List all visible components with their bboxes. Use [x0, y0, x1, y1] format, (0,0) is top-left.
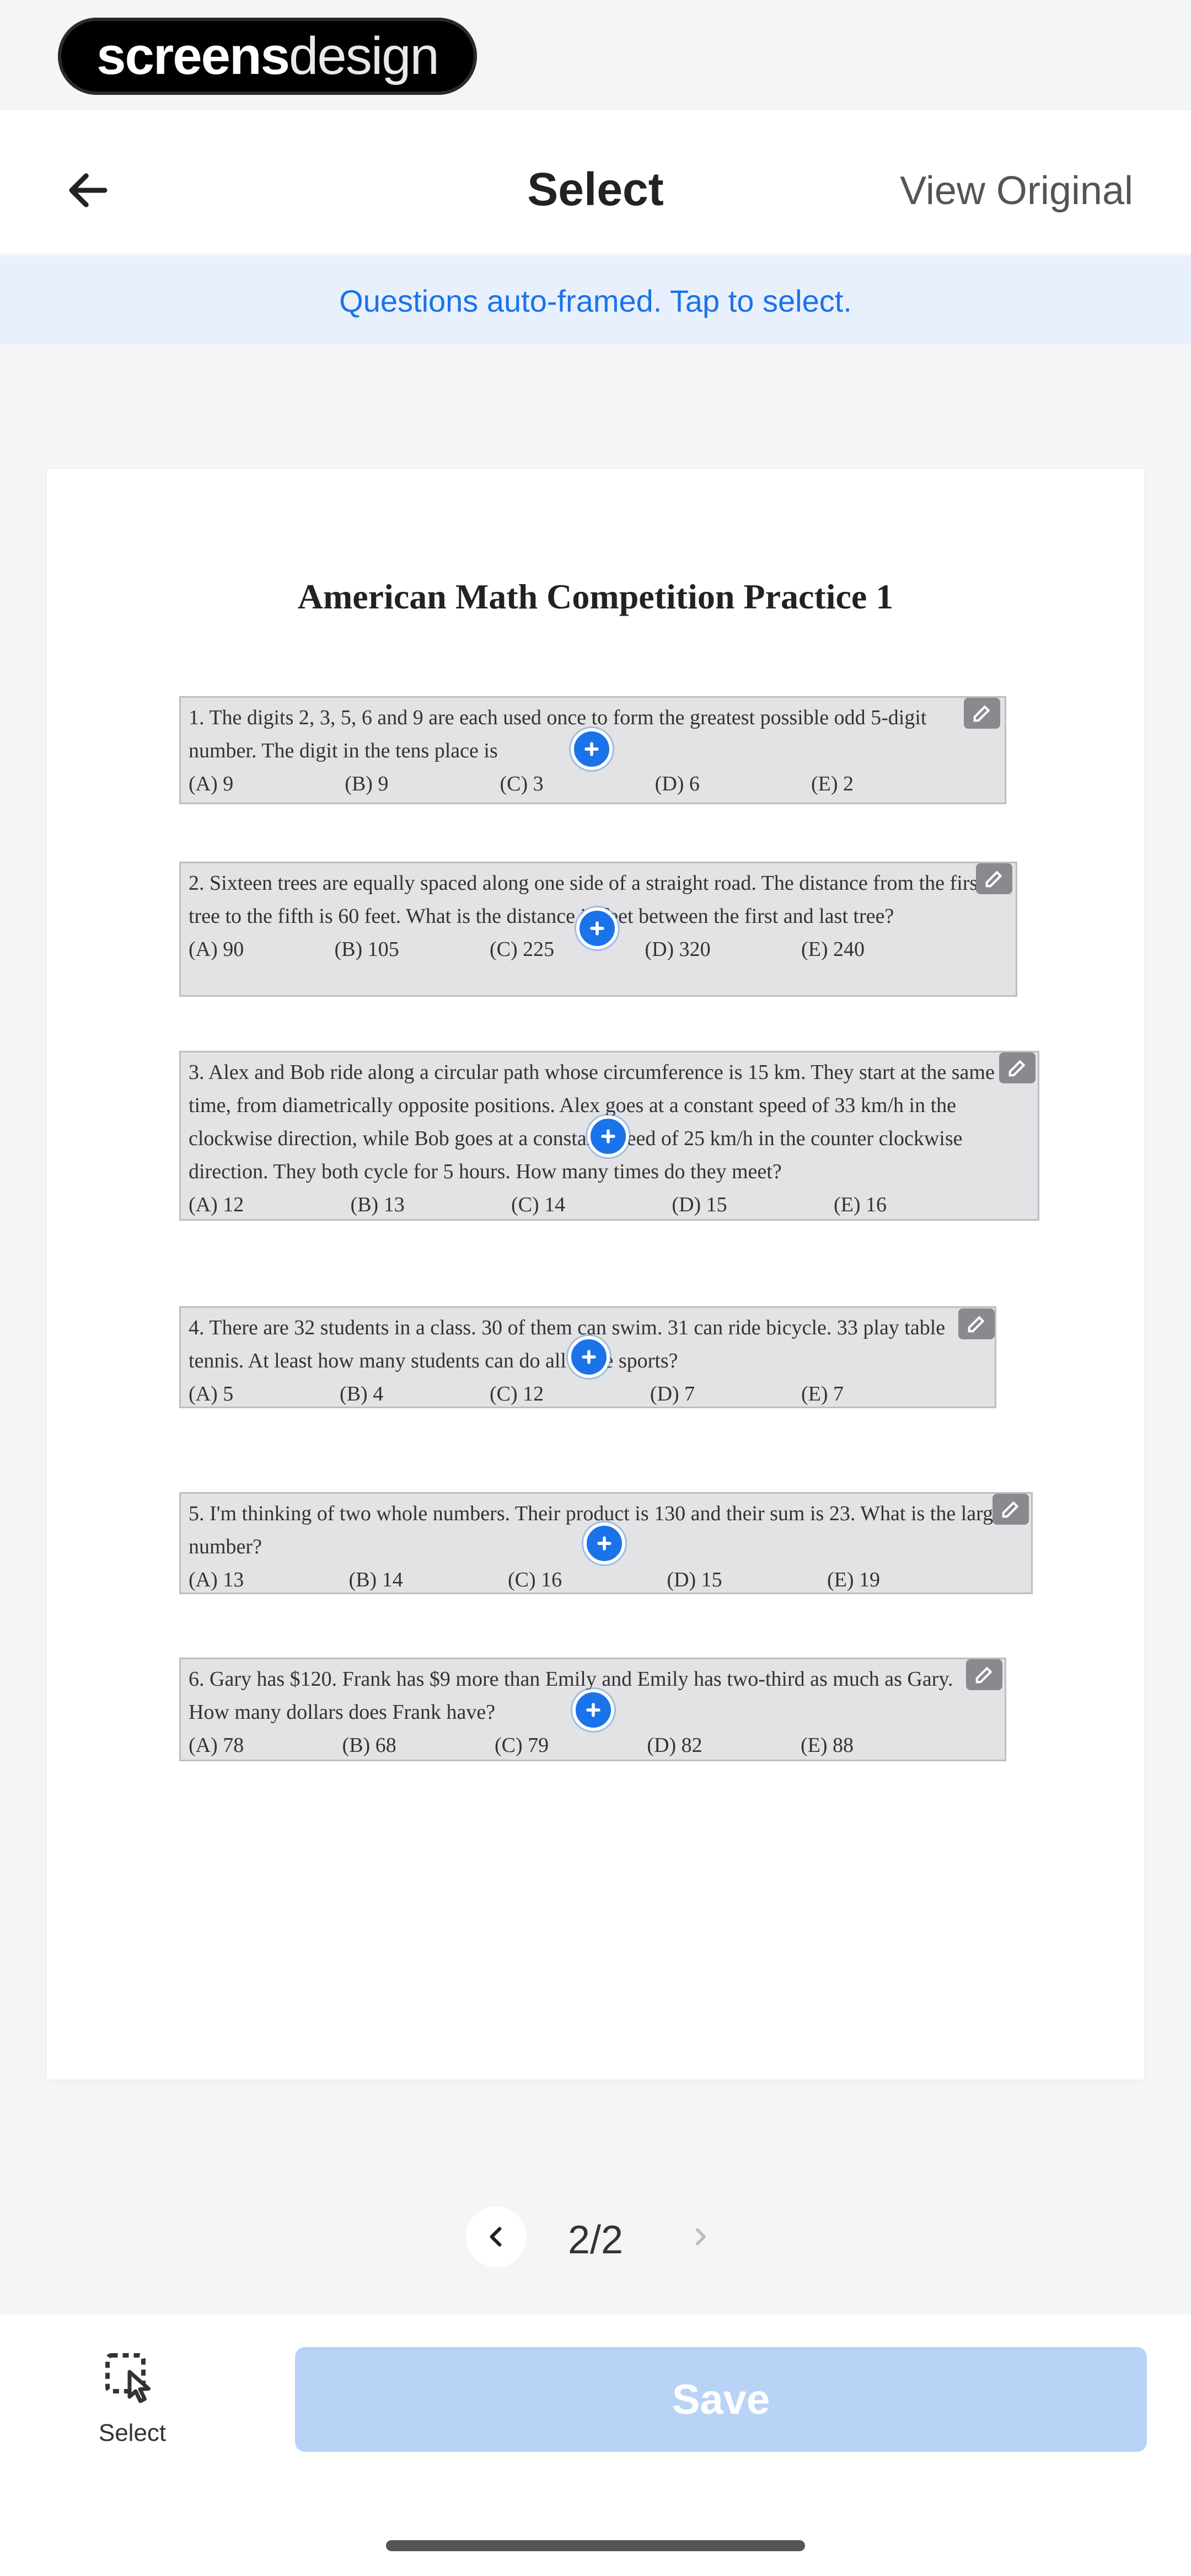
- select-pointer-icon: [105, 2353, 151, 2403]
- edit-question-button[interactable]: [964, 698, 1000, 729]
- edit-question-button[interactable]: [966, 1659, 1002, 1690]
- info-banner: Questions auto-framed. Tap to select.: [0, 256, 1191, 345]
- question-options: (A) 9 (B) 9 (C) 3 (D) 6 (E) 2: [189, 767, 997, 800]
- option: (C) 14: [511, 1193, 566, 1216]
- previous-page-button[interactable]: [466, 2206, 527, 2267]
- option: (D) 320: [645, 938, 711, 961]
- option: (E) 16: [833, 1193, 887, 1216]
- select-question-button[interactable]: [576, 907, 618, 949]
- option: (E) 7: [801, 1382, 844, 1405]
- option: (C) 12: [489, 1382, 544, 1405]
- screensdesign-logo: screens design: [58, 18, 477, 95]
- option: (C) 79: [494, 1734, 549, 1757]
- select-tool-label: Select: [98, 2419, 167, 2446]
- question-options: (A) 5 (B) 4 (C) 12 (D) 7 (E) 7: [189, 1377, 987, 1410]
- question-options: (A) 12 (B) 13 (C) 14 (D) 15 (E) 16: [189, 1188, 1030, 1221]
- option: (D) 82: [647, 1734, 702, 1757]
- option: (B) 4: [340, 1382, 384, 1405]
- option: (E) 19: [827, 1568, 880, 1591]
- option: (E) 2: [811, 772, 854, 795]
- plus-icon: [597, 1536, 611, 1551]
- plus-icon: [582, 1350, 596, 1364]
- option: (A) 90: [189, 938, 244, 961]
- select-question-button[interactable]: [572, 1689, 614, 1731]
- logo-part-2: design: [289, 26, 439, 85]
- option: (B) 9: [345, 772, 389, 795]
- plus-icon: [590, 921, 604, 936]
- edit-question-button[interactable]: [993, 1494, 1029, 1525]
- logo-part-1: screens: [96, 26, 290, 85]
- select-question-button[interactable]: [571, 728, 613, 770]
- edit-icon: [973, 705, 990, 722]
- option: (E) 88: [800, 1734, 854, 1757]
- home-indicator[interactable]: [386, 2540, 805, 2551]
- option: (D) 7: [650, 1382, 695, 1405]
- option: (D) 15: [667, 1568, 722, 1591]
- edit-icon: [968, 1316, 985, 1333]
- option: (B) 14: [348, 1568, 403, 1591]
- plus-icon: [601, 1129, 615, 1143]
- banner-text: Questions auto-framed. Tap to select.: [339, 283, 852, 318]
- page-indicator: 2/2: [567, 2218, 624, 2262]
- select-question-button[interactable]: [583, 1522, 625, 1564]
- option: (B) 13: [350, 1193, 405, 1216]
- option: (D) 6: [654, 772, 700, 795]
- option: (B) 105: [334, 938, 399, 961]
- document-title: American Math Competition Practice 1: [297, 577, 894, 616]
- option: (D) 15: [672, 1193, 727, 1216]
- edit-icon: [975, 1666, 993, 1684]
- edit-question-button[interactable]: [976, 863, 1012, 894]
- option: (A) 78: [189, 1734, 244, 1757]
- plus-icon: [584, 742, 599, 756]
- option: (C) 225: [489, 938, 555, 961]
- option: (A) 13: [189, 1568, 244, 1591]
- chevron-right-icon: [695, 2228, 706, 2246]
- edit-icon: [1002, 1501, 1019, 1518]
- question-options: (A) 13 (B) 14 (C) 16 (D) 15 (E) 19: [189, 1563, 1023, 1596]
- select-question-button[interactable]: [587, 1115, 629, 1157]
- select-tool-button[interactable]: Select: [83, 2347, 182, 2447]
- option: (E) 240: [801, 938, 865, 961]
- option: (A) 12: [189, 1193, 244, 1216]
- option: (C) 16: [507, 1568, 562, 1591]
- edit-question-button[interactable]: [958, 1308, 995, 1339]
- view-original-link[interactable]: View Original: [900, 168, 1133, 213]
- chevron-left-icon: [490, 2227, 502, 2247]
- next-page-button[interactable]: [670, 2206, 731, 2267]
- save-button[interactable]: Save: [295, 2347, 1147, 2452]
- edit-icon: [1008, 1060, 1026, 1077]
- option: (A) 5: [189, 1382, 234, 1405]
- question-options: (A) 78 (B) 68 (C) 79 (D) 82 (E) 88: [189, 1729, 997, 1762]
- option: (B) 68: [342, 1734, 396, 1757]
- option: (C) 3: [500, 772, 544, 795]
- select-question-button[interactable]: [568, 1336, 610, 1378]
- edit-icon: [985, 870, 1002, 888]
- plus-icon: [586, 1703, 600, 1717]
- option: (A) 9: [189, 772, 234, 795]
- edit-question-button[interactable]: [999, 1052, 1036, 1083]
